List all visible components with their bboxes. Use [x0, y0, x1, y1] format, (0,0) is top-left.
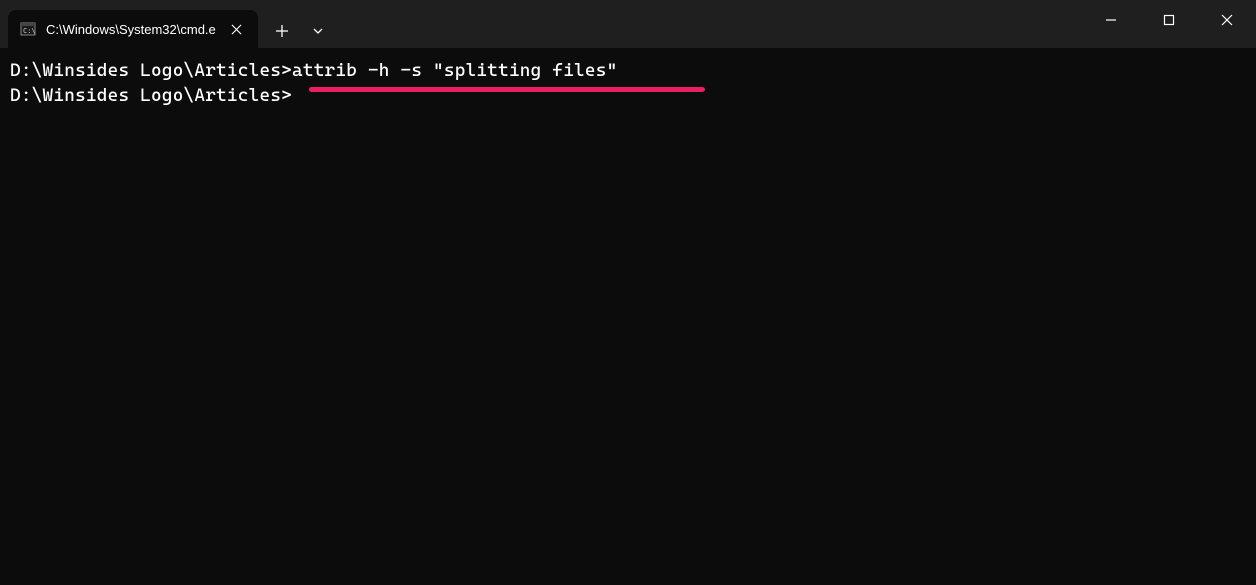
- new-tab-button[interactable]: [264, 15, 300, 47]
- maximize-button[interactable]: [1140, 0, 1198, 40]
- tab-strip: C:\ C:\Windows\System32\cmd.e: [0, 0, 334, 48]
- tab-dropdown-button[interactable]: [302, 15, 334, 47]
- terminal-line: D:\Winsides Logo\Articles>attrib -h -s "…: [10, 58, 1246, 83]
- tab-title: C:\Windows\System32\cmd.e: [46, 22, 216, 37]
- tab-active[interactable]: C:\ C:\Windows\System32\cmd.e: [8, 10, 258, 48]
- svg-text:C:\: C:\: [23, 27, 36, 35]
- terminal-content[interactable]: D:\Winsides Logo\Articles>attrib -h -s "…: [0, 48, 1256, 585]
- window-controls: [1082, 0, 1256, 40]
- cmd-icon: C:\: [20, 21, 36, 37]
- highlight-underline: [309, 87, 705, 92]
- titlebar: C:\ C:\Windows\System32\cmd.e: [0, 0, 1256, 48]
- close-window-button[interactable]: [1198, 0, 1256, 40]
- minimize-button[interactable]: [1082, 0, 1140, 40]
- tab-close-button[interactable]: [226, 18, 248, 40]
